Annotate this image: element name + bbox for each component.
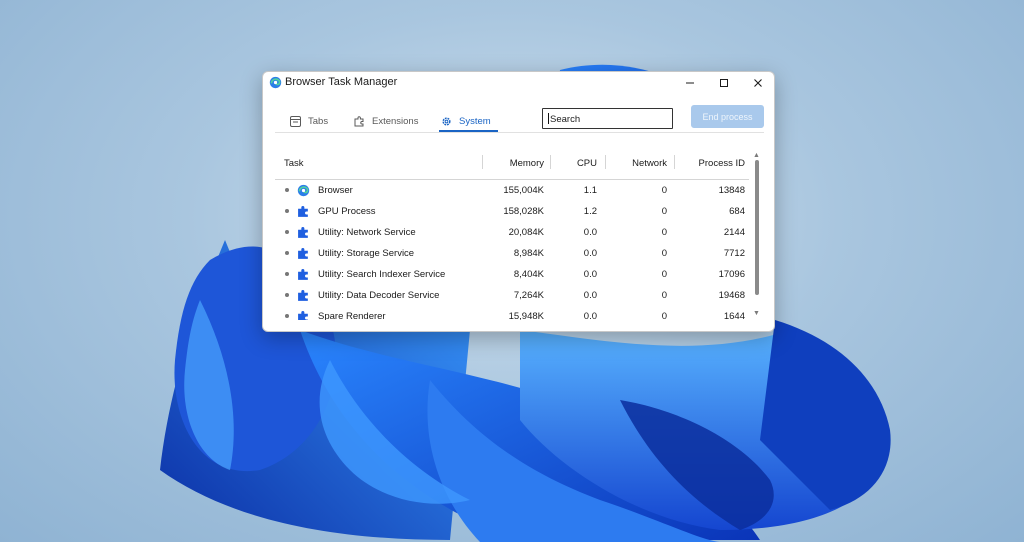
network-value: 0 (661, 290, 667, 301)
network-value: 0 (661, 311, 667, 320)
maximize-button[interactable] (707, 72, 741, 94)
table-row[interactable]: Utility: Network Service 20,084K 0.0 0 2… (275, 222, 749, 243)
puzzle-icon (298, 268, 308, 280)
network-value: 0 (661, 206, 667, 217)
tab-strip: Tabs Extensions System (275, 110, 505, 132)
browser-icon (269, 76, 282, 89)
network-value: 0 (661, 269, 667, 280)
text-caret (548, 113, 549, 124)
process-id-value: 19468 (718, 290, 745, 301)
memory-value: 20,084K (508, 227, 544, 238)
task-name: Utility: Storage Service (318, 248, 415, 259)
tab-extensions-label: Extensions (372, 115, 419, 127)
memory-value: 15,948K (508, 311, 544, 320)
process-id-value: 1644 (723, 311, 745, 320)
cpu-value: 0.0 (583, 311, 597, 320)
row-bullet (285, 188, 289, 192)
close-button[interactable] (741, 72, 774, 94)
process-id-value: 2144 (723, 227, 745, 238)
row-bullet (285, 314, 289, 318)
column-separator[interactable] (605, 155, 606, 169)
puzzle-icon (298, 205, 308, 217)
cpu-value: 1.1 (583, 185, 597, 196)
task-name: Browser (318, 185, 353, 196)
row-bullet (285, 209, 289, 213)
table-row[interactable]: Utility: Data Decoder Service 7,264K 0.0… (275, 285, 749, 306)
task-manager-window: Browser Task Manager Tabs Extensions Sys… (262, 71, 775, 332)
process-id-value: 7712 (723, 248, 745, 259)
scrollbar-thumb[interactable] (755, 160, 759, 295)
cpu-value: 0.0 (583, 248, 597, 259)
puzzle-icon (298, 289, 308, 301)
task-name: Spare Renderer (318, 311, 386, 320)
cpu-value: 0.0 (583, 269, 597, 280)
process-id-value: 13848 (718, 185, 745, 196)
puzzle-icon (298, 247, 308, 259)
vertical-scrollbar[interactable]: ▲ ▼ (750, 150, 764, 322)
task-name: GPU Process (318, 206, 376, 217)
tabs-divider (275, 132, 764, 133)
scroll-up-icon[interactable]: ▲ (753, 152, 760, 159)
network-value: 0 (661, 248, 667, 259)
memory-value: 8,984K (513, 248, 544, 259)
tab-system[interactable]: System (441, 110, 491, 132)
row-bullet (285, 251, 289, 255)
tab-extensions[interactable]: Extensions (354, 110, 418, 132)
window-title: Browser Task Manager (285, 76, 398, 88)
task-name: Utility: Network Service (318, 227, 416, 238)
tab-system-label: System (459, 115, 491, 127)
search-input-text: Search (550, 114, 581, 125)
column-header-cpu[interactable]: CPU (577, 158, 597, 169)
minimize-button[interactable] (673, 72, 707, 94)
table-row[interactable]: GPU Process 158,028K 1.2 0 684 (275, 201, 749, 222)
browser-icon (297, 184, 310, 197)
column-header-memory[interactable]: Memory (510, 158, 544, 169)
cpu-value: 0.0 (583, 290, 597, 301)
memory-value: 155,004K (503, 185, 544, 196)
column-separator[interactable] (674, 155, 675, 169)
row-bullet (285, 272, 289, 276)
process-table: Task Memory CPU Network Process ID Brows… (275, 150, 749, 320)
close-icon (754, 79, 762, 87)
maximize-icon (720, 79, 728, 87)
tab-tabs-label: Tabs (308, 115, 329, 127)
tab-icon (290, 115, 301, 127)
column-header-network[interactable]: Network (632, 158, 667, 169)
tab-tabs[interactable]: Tabs (290, 110, 328, 132)
row-bullet (285, 230, 289, 234)
memory-value: 158,028K (503, 206, 544, 217)
task-name: Utility: Search Indexer Service (318, 269, 446, 280)
process-id-value: 17096 (718, 269, 745, 280)
table-row[interactable]: Browser 155,004K 1.1 0 13848 (275, 180, 749, 201)
memory-value: 8,404K (513, 269, 544, 280)
process-id-value: 684 (729, 206, 745, 217)
table-row[interactable]: Utility: Search Indexer Service 8,404K 0… (275, 264, 749, 285)
cpu-value: 1.2 (583, 206, 597, 217)
scroll-down-icon[interactable]: ▼ (753, 310, 760, 317)
row-bullet (285, 293, 289, 297)
cpu-value: 0.0 (583, 227, 597, 238)
network-value: 0 (661, 227, 667, 238)
column-separator[interactable] (550, 155, 551, 169)
puzzle-icon (354, 115, 364, 126)
column-header-task[interactable]: Task (284, 158, 304, 169)
gear-icon (442, 116, 451, 126)
column-separator[interactable] (482, 155, 483, 169)
table-header: Task Memory CPU Network Process ID (275, 150, 749, 180)
search-input[interactable]: Search (542, 108, 673, 129)
title-bar[interactable]: Browser Task Manager (263, 72, 774, 94)
memory-value: 7,264K (513, 290, 544, 301)
puzzle-icon (298, 311, 308, 320)
network-value: 0 (661, 185, 667, 196)
end-process-label: End process (702, 111, 753, 122)
column-header-process-id[interactable]: Process ID (699, 158, 745, 169)
end-process-button[interactable]: End process (691, 105, 764, 128)
minimize-icon (686, 82, 694, 84)
table-row[interactable]: Spare Renderer 15,948K 0.0 0 1644 (275, 306, 749, 320)
table-row[interactable]: Utility: Storage Service 8,984K 0.0 0 77… (275, 243, 749, 264)
task-name: Utility: Data Decoder Service (318, 290, 440, 301)
puzzle-icon (298, 226, 308, 238)
